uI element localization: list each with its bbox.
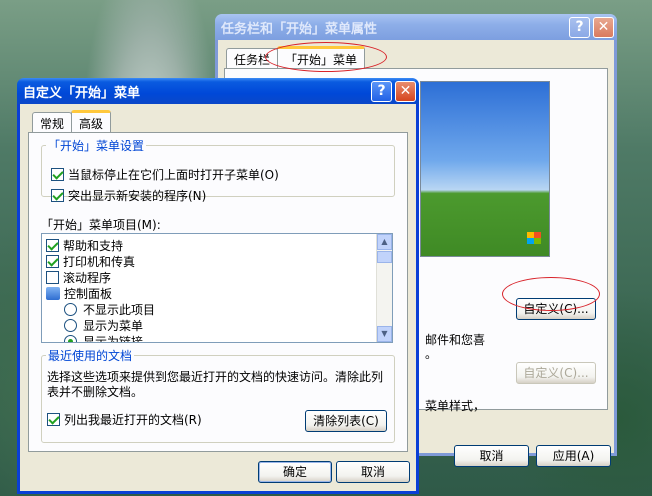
scroll-thumb[interactable]: [377, 251, 392, 263]
taskbar-properties-titlebar[interactable]: 任务栏和「开始」菜单属性 ? ✕: [215, 14, 617, 40]
partial-description-2: 。: [425, 347, 438, 361]
partial-description-3: 菜单样式，: [425, 399, 486, 413]
advanced-tab-panel: 「开始」菜单设置 当鼠标停止在它们上面时打开子菜单(O) 突出显示新安装的程序(…: [28, 132, 408, 452]
customize-start-menu-client: 常规 高级 「开始」菜单设置 当鼠标停止在它们上面时打开子菜单(O) 突出显示新…: [20, 104, 416, 491]
close-icon[interactable]: ✕: [593, 16, 614, 38]
list-recent-documents-option[interactable]: 列出我最近打开的文档(R): [47, 411, 202, 428]
help-icon[interactable]: ?: [569, 16, 590, 38]
cancel-button[interactable]: 取消: [336, 461, 410, 483]
start-menu-items-label: 「开始」菜单项目(M):: [41, 218, 161, 232]
customize-start-menu-titlebar[interactable]: 自定义「开始」菜单 ? ✕: [17, 78, 419, 104]
recent-documents-legend: 最近使用的文档: [48, 349, 133, 363]
list-item[interactable]: 滚动程序: [46, 270, 155, 286]
help-icon[interactable]: ?: [371, 80, 392, 102]
open-submenus-checkbox[interactable]: [51, 168, 64, 181]
item-radio[interactable]: [64, 303, 77, 316]
window-title: 任务栏和「开始」菜单属性: [221, 21, 378, 37]
list-item-label: 不显示此项目: [83, 303, 156, 317]
list-item[interactable]: 帮助和支持: [46, 238, 155, 254]
clear-list-button[interactable]: 清除列表(C): [305, 410, 387, 432]
highlight-new-programs-option[interactable]: 突出显示新安装的程序(N): [51, 187, 206, 204]
xp-logo-icon: [527, 232, 541, 244]
window-title: 自定义「开始」菜单: [23, 85, 141, 101]
list-item-label: 打印机和传真: [63, 255, 136, 269]
list-recent-documents-label: 列出我最近打开的文档(R): [64, 413, 202, 427]
open-submenus-label: 当鼠标停止在它们上面时打开子菜单(O): [68, 168, 279, 182]
list-item[interactable]: 不显示此项目: [46, 302, 155, 318]
list-item-label: 帮助和支持: [63, 239, 124, 253]
list-item-label: 滚动程序: [63, 271, 112, 285]
start-menu-items-list[interactable]: 帮助和支持 打印机和传真 滚动程序 控制面板 不显示此项目 显示为菜单 显示为链…: [41, 233, 393, 343]
scroll-up-arrow-icon[interactable]: ▲: [377, 234, 392, 250]
tab-general[interactable]: 常规: [32, 112, 73, 132]
start-menu-preview-image: [420, 81, 550, 257]
tab-start-menu[interactable]: 「开始」菜单: [277, 46, 366, 68]
list-item[interactable]: 显示为链接: [46, 334, 155, 343]
item-radio[interactable]: [64, 335, 77, 342]
item-checkbox[interactable]: [46, 271, 59, 284]
list-item: 控制面板: [46, 286, 155, 302]
list-item[interactable]: 打印机和传真: [46, 254, 155, 270]
list-item-label: 显示为菜单: [83, 319, 144, 333]
tab-advanced[interactable]: 高级: [71, 110, 112, 132]
customize-start-menu-window: 自定义「开始」菜单 ? ✕ 常规 高级 「开始」菜单设置 当鼠标停止在它们上面时…: [17, 78, 419, 494]
customize-classic-button: 自定义(C)...: [516, 362, 596, 384]
list-scrollbar[interactable]: ▲ ▼: [376, 234, 392, 342]
item-radio[interactable]: [64, 319, 77, 332]
list-item-label: 显示为链接: [83, 335, 144, 343]
open-submenus-option[interactable]: 当鼠标停止在它们上面时打开子菜单(O): [51, 166, 279, 183]
list-item[interactable]: 显示为菜单: [46, 318, 155, 334]
scroll-down-arrow-icon[interactable]: ▼: [377, 326, 392, 342]
apply-button[interactable]: 应用(A): [536, 445, 611, 467]
highlight-new-programs-checkbox[interactable]: [51, 189, 64, 202]
list-item-label: 控制面板: [64, 287, 113, 301]
list-recent-documents-checkbox[interactable]: [47, 413, 60, 426]
customize-button[interactable]: 自定义(C)...: [516, 298, 596, 320]
recent-documents-description: 选择这些选项来提供到您最近打开的文档的快速访问。清除此列表并不删除文档。: [47, 370, 384, 399]
item-checkbox[interactable]: [46, 255, 59, 268]
ok-button[interactable]: 确定: [258, 461, 332, 483]
tab-taskbar[interactable]: 任务栏: [226, 48, 279, 68]
cancel-button[interactable]: 取消: [454, 445, 529, 467]
control-panel-icon: [46, 287, 60, 300]
close-icon[interactable]: ✕: [395, 80, 416, 102]
item-checkbox[interactable]: [46, 239, 59, 252]
highlight-new-programs-label: 突出显示新安装的程序(N): [68, 189, 207, 203]
start-menu-settings-legend: 「开始」菜单设置: [48, 139, 145, 153]
